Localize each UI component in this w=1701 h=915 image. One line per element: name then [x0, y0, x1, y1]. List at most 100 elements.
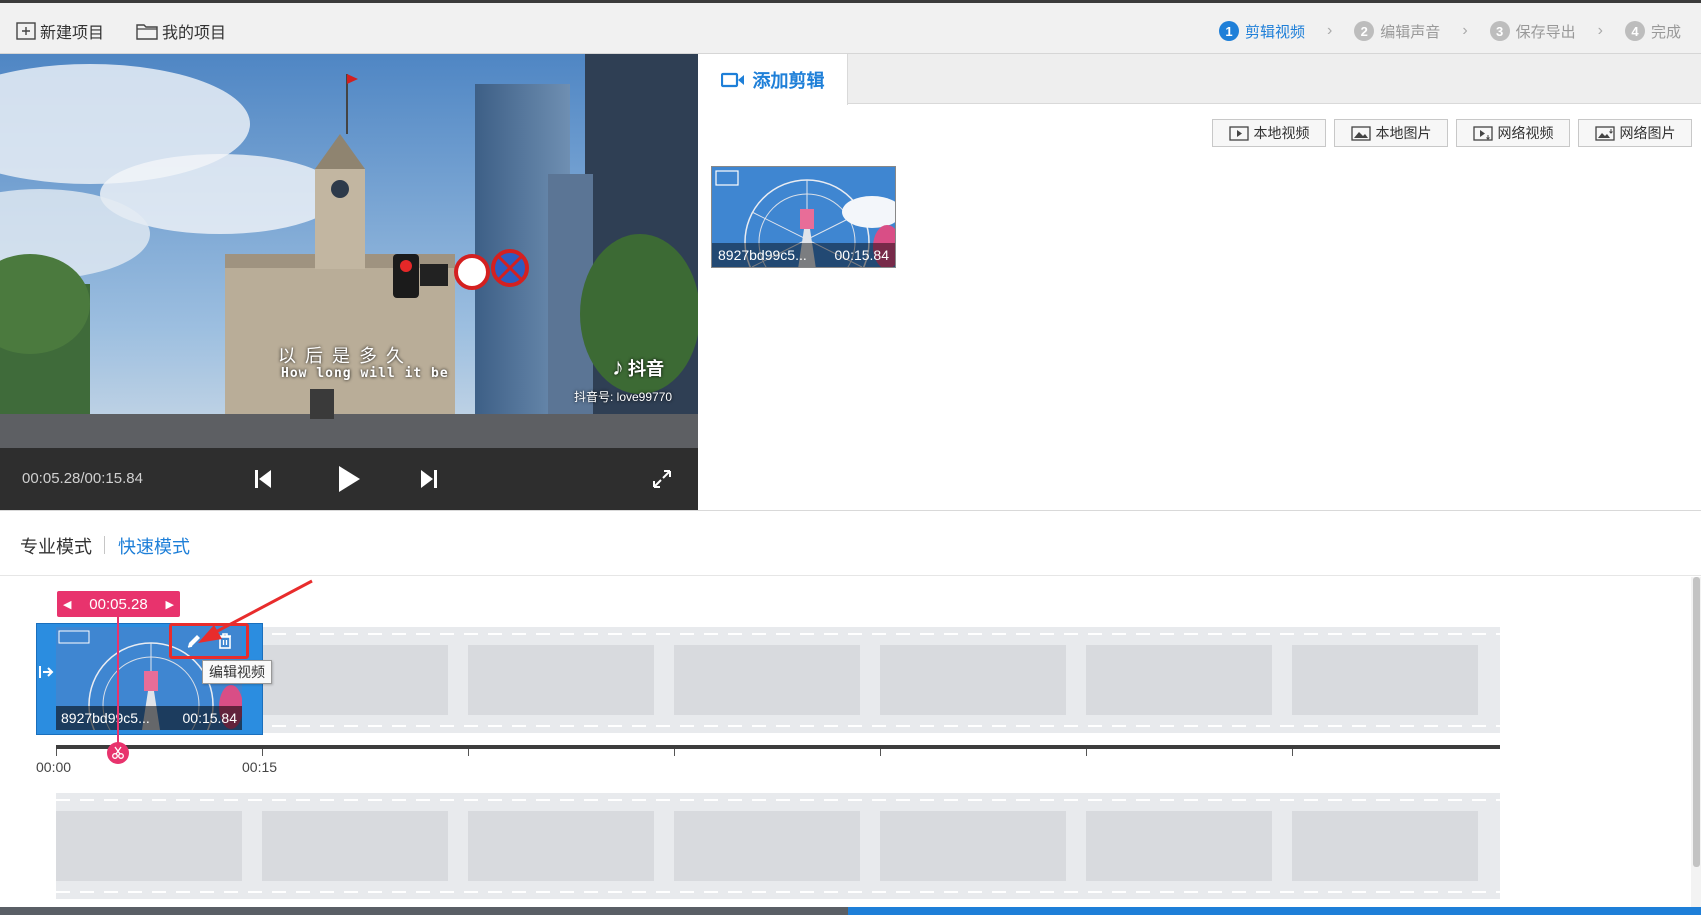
bottom-progress-bar [0, 907, 1701, 915]
tab-add-clip[interactable]: 添加剪辑 [698, 54, 848, 105]
step-label: 保存导出 [1515, 23, 1576, 41]
ruler-label-start: 00:00 [36, 759, 72, 775]
empty-slot [262, 645, 448, 715]
video-player: 以 后 是 多 久 How long will it be ♪ 抖音 抖音号: … [0, 54, 698, 510]
timeline-ruler[interactable] [56, 745, 1500, 749]
web-video-icon [1472, 125, 1493, 141]
step-number: 3 [1489, 21, 1510, 41]
media-clip-thumbnail[interactable]: 8927bd99c5... 00:15.84 [711, 166, 896, 268]
plus-square-icon [16, 22, 36, 40]
bottom-progress-fill [848, 907, 1701, 915]
image-file-icon [1350, 125, 1371, 141]
chevron-right-icon: › [1326, 22, 1333, 39]
timeline-clip-caption: 8927bd99c5... 00:15.84 [56, 706, 242, 730]
watermark-brand: 抖音 [628, 359, 664, 379]
empty-slot [674, 811, 860, 881]
scissors-icon[interactable] [107, 742, 129, 764]
film-perforation-top [56, 799, 1500, 801]
annotation-arrow [198, 579, 313, 643]
clip-caption: 8927bd99c5... 00:15.84 [712, 243, 895, 267]
audio-track[interactable] [56, 793, 1500, 899]
video-file-icon [1228, 125, 1249, 141]
ruler-tick [880, 749, 881, 756]
step-number: 2 [1354, 21, 1375, 41]
playhead-time-box[interactable]: ◀ 00:05.28 ▶ [57, 591, 180, 617]
media-panel: 添加剪辑 本地视频 本地图片 网络视频 网络图片 8927bd99c5... 0… [698, 54, 1701, 510]
my-projects-label: 我的项目 [162, 25, 227, 42]
mode-divider [104, 536, 105, 554]
video-preview[interactable]: 以 后 是 多 久 How long will it be ♪ 抖音 抖音号: … [0, 54, 698, 448]
tab-add-clip-label: 添加剪辑 [752, 70, 825, 91]
empty-slot [674, 645, 860, 715]
playhead-line [117, 617, 119, 751]
web-video-button[interactable]: 网络视频 [1456, 119, 1570, 147]
film-perforation-bottom [56, 725, 1500, 727]
step-label: 编辑声音 [1380, 23, 1441, 41]
web-image-icon [1594, 125, 1615, 141]
empty-slot [880, 645, 1066, 715]
empty-slot [1292, 811, 1478, 881]
step-edit-video[interactable]: 1 剪辑视频 [1218, 21, 1305, 42]
chevron-right-icon: › [1597, 22, 1603, 39]
timeline-scrollbar[interactable] [1691, 577, 1701, 908]
mode-quick[interactable]: 快速模式 [118, 533, 190, 559]
player-controls: 00:05.28/00:15.84 [0, 448, 698, 510]
my-projects-button[interactable]: 我的项目 [136, 19, 226, 43]
step-number: 4 [1624, 21, 1645, 41]
empty-slot [468, 811, 654, 881]
step-finish[interactable]: 4 完成 [1624, 21, 1681, 42]
new-project-label: 新建项目 [40, 25, 105, 42]
ruler-label-15: 00:15 [242, 759, 278, 775]
ruler-tick [674, 749, 675, 756]
folder-icon [136, 24, 158, 40]
top-toolbar: 新建项目 我的项目 1 剪辑视频 › 2 编辑声音 › 3 保存导出 › 4 完… [0, 0, 1701, 54]
step-edit-audio[interactable]: 2 编辑声音 [1354, 21, 1440, 42]
web-image-label: 网络图片 [1619, 125, 1676, 141]
skip-next-icon[interactable] [419, 468, 439, 490]
playback-timecode: 00:05.28/00:15.84 [22, 470, 143, 487]
ruler-tick [468, 749, 469, 756]
ruler-tick [56, 749, 57, 756]
ruler-tick [262, 749, 263, 756]
step-label: 完成 [1650, 23, 1681, 41]
exit-icon[interactable] [38, 664, 54, 680]
video-camera-icon [720, 72, 744, 87]
empty-slot [56, 811, 242, 881]
local-video-button[interactable]: 本地视频 [1212, 119, 1326, 147]
clip-name: 8927bd99c5... [718, 247, 807, 263]
scrollbar-thumb[interactable] [1693, 577, 1700, 867]
film-perforation-bottom [56, 891, 1500, 893]
playhead-time: 00:05.28 [89, 595, 148, 613]
skip-previous-icon[interactable] [253, 468, 273, 490]
mode-pro[interactable]: 专业模式 [20, 533, 92, 559]
playhead-right-arrow-icon[interactable]: ▶ [166, 598, 174, 611]
play-icon[interactable] [337, 465, 361, 493]
empty-slot [1086, 645, 1272, 715]
local-image-button[interactable]: 本地图片 [1334, 119, 1448, 147]
new-project-button[interactable]: 新建项目 [16, 19, 104, 43]
empty-slot [880, 811, 1066, 881]
step-number: 1 [1218, 21, 1239, 41]
ruler-tick [1292, 749, 1293, 756]
timeline-area: 00:00 00:15 8927bd99c5... 00:15.84 编辑视频 … [0, 577, 1701, 908]
empty-slot [1292, 645, 1478, 715]
watermark-id: 抖音号: love99770 [574, 390, 673, 404]
local-image-label: 本地图片 [1375, 125, 1432, 141]
timeline-clip-name: 8927bd99c5... [61, 710, 150, 726]
clip-duration: 00:15.84 [834, 247, 890, 263]
web-image-button[interactable]: 网络图片 [1578, 119, 1692, 147]
timeline-clip-duration: 00:15.84 [182, 710, 238, 726]
empty-slot [262, 811, 448, 881]
playhead-left-arrow-icon[interactable]: ◀ [63, 598, 71, 611]
wizard-steps: 1 剪辑视频 › 2 编辑声音 › 3 保存导出 › 4 完成 [1218, 19, 1681, 43]
media-tabbar: 添加剪辑 [698, 54, 1701, 105]
empty-slot [1086, 811, 1272, 881]
video-subtitle-cn: 以 后 是 多 久 [278, 346, 407, 366]
chevron-right-icon: › [1462, 22, 1468, 39]
fullscreen-icon[interactable] [651, 468, 673, 490]
watermark-logo: ♪ 抖音 [612, 354, 664, 382]
tiktok-note-icon: ♪ [612, 354, 624, 381]
ruler-tick [1086, 749, 1087, 756]
step-save-export[interactable]: 3 保存导出 [1489, 21, 1576, 42]
edit-video-tooltip: 编辑视频 [202, 660, 272, 684]
